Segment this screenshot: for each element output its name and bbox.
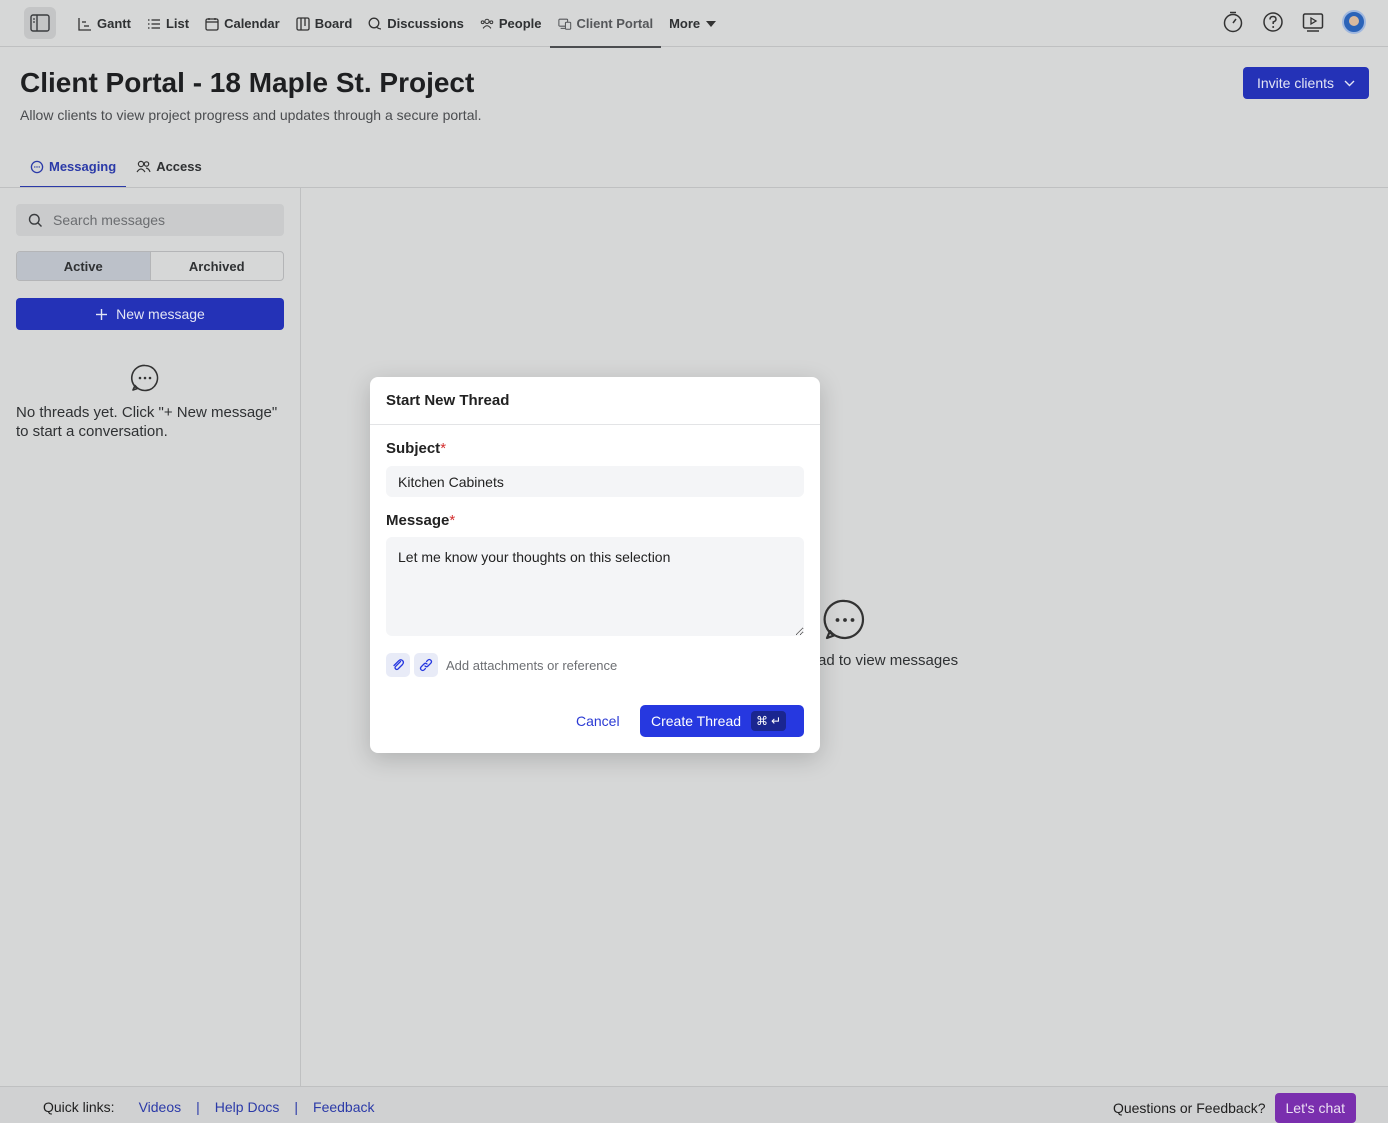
discussions-icon <box>368 17 382 30</box>
video-tutorial-icon[interactable] <box>1302 11 1324 33</box>
search-box[interactable] <box>16 204 284 236</box>
create-thread-label: Create Thread <box>651 713 742 729</box>
nav-more-label: More <box>669 16 701 31</box>
required-marker: * <box>440 440 447 457</box>
questions-text: Questions or Feedback? <box>1112 1100 1266 1116</box>
new-message-label: New message <box>116 306 205 322</box>
footer-separator: | <box>196 1099 200 1115</box>
subject-label-text: Subject <box>386 440 441 457</box>
empty-threads-text: No threads yet. Click "+ New message" to… <box>16 404 278 440</box>
required-marker: * <box>449 512 456 529</box>
select-thread-chat-icon <box>823 599 865 640</box>
invite-clients-button[interactable]: Invite clients <box>1243 67 1369 99</box>
board-icon <box>296 16 310 31</box>
footer-link-videos[interactable]: Videos <box>139 1099 182 1115</box>
users-icon <box>136 160 151 173</box>
nav-gantt-label: Gantt <box>97 16 131 31</box>
footer-link-help-docs[interactable]: Help Docs <box>215 1099 280 1115</box>
message-label: Message* <box>386 512 455 529</box>
top-right-toolbar <box>1222 10 1366 34</box>
invite-clients-label: Invite clients <box>1256 75 1335 91</box>
search-input[interactable] <box>53 212 273 228</box>
create-thread-button[interactable]: Create Thread ⌘ ↵ <box>640 705 804 737</box>
attach-file-button[interactable] <box>386 653 410 677</box>
nav-calendar[interactable]: Calendar <box>197 0 288 47</box>
filter-archived-button[interactable]: Archived <box>151 252 284 280</box>
search-icon <box>28 213 42 227</box>
nav-people[interactable]: People <box>472 0 550 47</box>
sidebar-icon <box>30 14 50 32</box>
thread-filter-toggle: Active Archived <box>16 251 284 281</box>
nav-client-portal-label: Client Portal <box>576 16 654 31</box>
tab-messaging[interactable]: Messaging <box>20 145 127 188</box>
timer-icon[interactable] <box>1222 11 1244 33</box>
portal-tabs: Messaging Access <box>20 145 212 188</box>
nav-list-label: List <box>165 16 190 31</box>
nav-board-label: Board <box>314 16 353 31</box>
chat-icon <box>30 160 44 173</box>
subject-label: Subject* <box>386 440 446 457</box>
nav-discussions-label: Discussions <box>387 16 464 31</box>
message-label-text: Message <box>386 512 450 529</box>
tab-messaging-label: Messaging <box>49 159 117 174</box>
empty-threads-chat-icon <box>131 364 159 392</box>
attachments-row: Add attachments or reference <box>386 653 617 677</box>
sidebar-toggle-button[interactable] <box>24 7 56 39</box>
select-thread-hint-text: ad to view messages <box>818 652 959 669</box>
attachments-hint: Add attachments or reference <box>446 657 618 673</box>
help-icon[interactable] <box>1262 11 1284 33</box>
nav-discussions[interactable]: Discussions <box>360 0 472 47</box>
tab-access[interactable]: Access <box>126 145 212 188</box>
nav-people-label: People <box>498 16 542 31</box>
nav-list[interactable]: List <box>139 0 197 47</box>
list-icon <box>147 18 160 29</box>
enter-key-icon: ↵ <box>771 714 782 728</box>
new-message-button[interactable]: New message <box>16 298 284 330</box>
threads-panel: Active Archived New message No threads y… <box>0 188 301 1086</box>
footer-support: Questions or Feedback? Let's chat <box>1113 1093 1356 1123</box>
cancel-button[interactable]: Cancel <box>576 713 620 729</box>
lets-chat-button[interactable]: Let's chat <box>1274 1093 1356 1123</box>
new-thread-dialog: Start New Thread Subject* Message* Let m… <box>370 377 820 753</box>
plus-icon <box>96 308 108 320</box>
dialog-title: Start New Thread <box>370 377 820 425</box>
calendar-icon <box>205 17 219 31</box>
footer-bar: Quick links: Videos | Help Docs | Feedba… <box>0 1086 1388 1123</box>
page-title: Client Portal - 18 Maple St. Project <box>20 67 475 98</box>
nav-calendar-label: Calendar <box>224 16 280 31</box>
nav-gantt[interactable]: Gantt <box>70 0 139 47</box>
quick-links-label: Quick links: <box>43 1099 115 1115</box>
footer-separator: | <box>294 1099 299 1115</box>
tab-access-label: Access <box>156 159 202 174</box>
quick-links: Quick links: Videos | Help Docs | Feedba… <box>43 1099 375 1115</box>
add-reference-button[interactable] <box>414 653 438 677</box>
filter-active-button[interactable]: Active <box>17 252 151 280</box>
link-icon <box>419 658 433 672</box>
people-icon <box>480 18 494 29</box>
nav-more[interactable]: More <box>661 0 725 47</box>
gantt-icon <box>78 17 91 31</box>
nav-client-portal[interactable]: Client Portal <box>549 0 662 48</box>
top-bar: Gantt List Calendar Board Discussions Pe… <box>0 0 1388 48</box>
command-key-icon: ⌘ <box>756 714 769 728</box>
paperclip-icon <box>393 659 405 671</box>
keyboard-shortcut-badge: ⌘ ↵ <box>751 711 787 731</box>
main-nav: Gantt List Calendar Board Discussions Pe… <box>70 0 725 48</box>
user-avatar[interactable] <box>1342 10 1366 34</box>
client-portal-icon <box>557 18 571 30</box>
nav-board[interactable]: Board <box>288 0 361 47</box>
page-subtitle: Allow clients to view project progress a… <box>20 107 482 123</box>
footer-link-feedback[interactable]: Feedback <box>313 1099 374 1115</box>
caret-down-icon <box>706 20 717 27</box>
message-textarea[interactable]: Let me know your thoughts on this select… <box>386 537 804 636</box>
chevron-down-icon <box>1344 80 1355 86</box>
subject-input[interactable] <box>386 466 804 497</box>
